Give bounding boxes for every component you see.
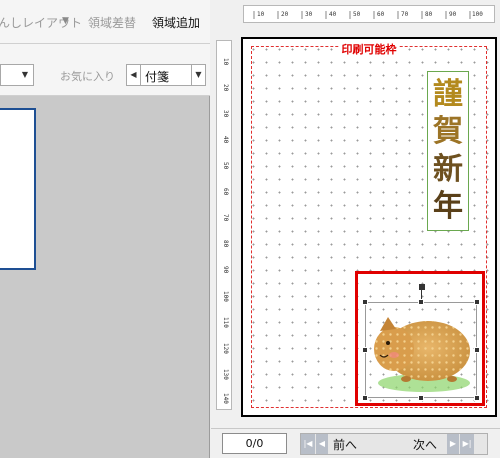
first-page-icon[interactable]: |◀ <box>301 434 315 454</box>
resize-handle[interactable] <box>418 299 424 305</box>
ruler-label: 50 <box>222 162 229 170</box>
ruler-label: 10 <box>257 11 265 18</box>
ruler-label: 90 <box>449 11 457 18</box>
horizontal-ruler: 10 20 30 40 50 60 70 80 90 100 <box>243 5 495 23</box>
left-pane: んしレイアウト ▼ 領域差替 領域追加 ▼ お気に入り ◀ 付箋 ▼ <box>0 0 210 458</box>
left-arrow-icon[interactable]: ◀ <box>127 65 141 85</box>
ruler-label: 30 <box>305 11 313 18</box>
ruler-label: 20 <box>281 11 289 18</box>
favorites-label[interactable]: お気に入り <box>60 68 115 84</box>
resize-handle[interactable] <box>474 347 480 353</box>
tag-label: 付箋 <box>145 70 170 84</box>
secondary-toolbar: ▼ お気に入り ◀ 付箋 ▼ <box>0 44 210 96</box>
resize-handle[interactable] <box>418 395 424 401</box>
greeting-text-box[interactable]: 謹 賀 新 年 <box>427 71 469 231</box>
dropdown-arrow-icon[interactable]: ▼ <box>62 16 69 26</box>
app-window: んしレイアウト ▼ 領域差替 領域追加 ▼ お気に入り ◀ 付箋 ▼ 10 20… <box>0 0 500 458</box>
resize-handle[interactable] <box>362 347 368 353</box>
chevron-down-icon[interactable]: ▼ <box>191 65 205 85</box>
ruler-label: 40 <box>329 11 337 18</box>
region-add-button[interactable]: 領域追加 <box>152 14 200 31</box>
ruler-label: 50 <box>353 11 361 18</box>
resize-handle[interactable] <box>362 299 368 305</box>
next-button[interactable]: 次へ <box>413 436 437 453</box>
page-navigation-bar: 0/0 |◀ ◀ 前へ 次へ ▶ ▶| <box>211 428 500 458</box>
tag-combo[interactable]: ◀ 付箋 ▼ <box>126 64 206 86</box>
prev-button[interactable]: 前へ <box>333 436 357 453</box>
ruler-label: 120 <box>222 343 229 354</box>
greeting-char: 新 <box>433 151 463 187</box>
postcard-canvas[interactable]: 印刷可能枠 謹 賀 新 年 <box>241 37 497 417</box>
print-area-label: 印刷可能枠 <box>339 43 399 56</box>
editor-pane: 10 20 30 40 50 60 70 80 90 100 10 20 30 … <box>211 0 500 458</box>
last-page-icon[interactable]: ▶| <box>460 434 474 454</box>
next-page-icon[interactable]: ▶ <box>447 434 459 454</box>
boar-illustration <box>374 317 470 392</box>
ruler-label: 130 <box>222 369 229 380</box>
page-nav-buttons: |◀ ◀ 前へ 次へ ▶ ▶| <box>300 433 488 455</box>
ruler-label: 60 <box>377 11 385 18</box>
greeting-char: 賀 <box>433 114 463 150</box>
selected-image-highlight[interactable] <box>355 271 485 406</box>
ruler-label: 70 <box>222 214 229 222</box>
region-replace-button[interactable]: 領域差替 <box>88 14 136 31</box>
ruler-label: 90 <box>222 266 229 274</box>
ruler-label: 110 <box>222 317 229 328</box>
ruler-label: 60 <box>222 188 229 196</box>
greeting-char: 謹 <box>433 76 463 112</box>
layout-menu[interactable]: んしレイアウト <box>0 14 82 31</box>
resize-handle[interactable] <box>474 299 480 305</box>
resize-handle[interactable] <box>362 395 368 401</box>
ruler-label: 20 <box>222 84 229 92</box>
ruler-label: 140 <box>222 393 229 404</box>
card-thumbnail[interactable] <box>0 108 36 270</box>
rotate-handle[interactable] <box>419 284 425 290</box>
layout-combo[interactable]: ▼ <box>0 64 34 86</box>
greeting-char: 年 <box>433 189 463 225</box>
vertical-ruler: 10 20 30 40 50 60 70 80 90 100 110 120 1… <box>216 40 232 410</box>
ribbon-toolbar: んしレイアウト ▼ 領域差替 領域追加 <box>0 0 210 44</box>
page-indicator[interactable]: 0/0 <box>222 433 287 454</box>
ruler-label: 70 <box>401 11 409 18</box>
chevron-down-icon[interactable]: ▼ <box>19 69 31 81</box>
ruler-label: 10 <box>222 58 229 66</box>
ruler-label: 100 <box>222 291 229 302</box>
ruler-label: 100 <box>472 11 483 18</box>
ruler-label: 80 <box>425 11 433 18</box>
ruler-label: 30 <box>222 110 229 118</box>
image-bounding-box[interactable] <box>362 299 480 401</box>
prev-page-icon[interactable]: ◀ <box>316 434 328 454</box>
ruler-label: 80 <box>222 240 229 248</box>
ruler-label: 40 <box>222 136 229 144</box>
resize-handle[interactable] <box>474 395 480 401</box>
